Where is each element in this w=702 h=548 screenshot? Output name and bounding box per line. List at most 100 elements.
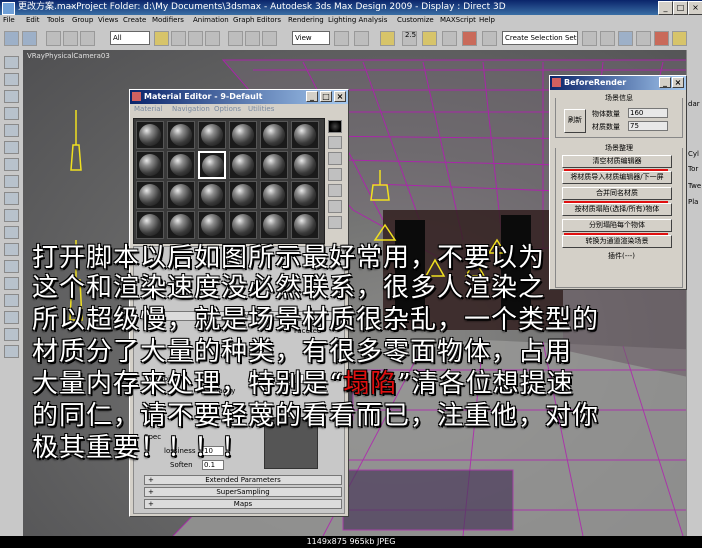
close-button[interactable]: ×	[672, 77, 684, 88]
left-tool-icon[interactable]	[4, 345, 19, 358]
sample-slot[interactable]	[167, 211, 195, 239]
menu-file[interactable]: File	[3, 16, 15, 24]
material-editor-icon[interactable]	[618, 31, 633, 46]
minimize-button[interactable]: _	[658, 1, 673, 15]
close-button[interactable]: ×	[688, 1, 702, 15]
left-tool-icon[interactable]	[4, 107, 19, 120]
left-tool-icon[interactable]	[4, 226, 19, 239]
select-link-icon[interactable]	[46, 31, 61, 46]
sample-slot[interactable]	[229, 181, 257, 209]
undo-icon[interactable]	[4, 31, 19, 46]
sample-slot[interactable]	[229, 151, 257, 179]
left-tool-icon[interactable]	[4, 328, 19, 341]
sample-slot[interactable]	[291, 211, 319, 239]
percent-snap-icon[interactable]	[422, 31, 437, 46]
menu-help[interactable]: Help	[479, 16, 495, 24]
sample-slot[interactable]	[167, 181, 195, 209]
close-button[interactable]: ×	[334, 91, 346, 102]
collapse-each-object-button[interactable]: 分别塌陷每个物体	[562, 219, 672, 232]
menu-animation[interactable]: Animation	[193, 16, 229, 24]
sample-slot[interactable]	[136, 181, 164, 209]
sample-slot[interactable]	[167, 121, 195, 149]
clear-material-editor-button[interactable]: 清空材质编辑器	[562, 155, 672, 168]
bind-spacewarp-icon[interactable]	[80, 31, 95, 46]
minimize-button[interactable]: _	[306, 91, 318, 102]
sample-slot[interactable]	[167, 151, 195, 179]
sample-slot[interactable]	[136, 151, 164, 179]
refresh-button[interactable]: 刷新	[564, 109, 586, 133]
cmd-label[interactable]: dar	[688, 100, 700, 108]
sample-slot[interactable]	[260, 151, 288, 179]
before-render-titlebar[interactable]: BeforeRender _ ×	[550, 76, 686, 90]
sample-slot[interactable]	[198, 211, 226, 239]
options-icon[interactable]	[328, 216, 342, 229]
mirror-icon[interactable]	[482, 31, 497, 46]
maps-rollout[interactable]: + Maps	[144, 499, 342, 509]
viewport-label[interactable]: VRayPhysicalCamera03	[27, 52, 110, 60]
snap-toggle-icon[interactable]	[380, 31, 395, 46]
make-preview-icon[interactable]	[328, 200, 342, 213]
left-tool-icon[interactable]	[4, 192, 19, 205]
window-crossing-icon[interactable]	[205, 31, 220, 46]
left-tool-icon[interactable]	[4, 73, 19, 86]
menu-customize[interactable]: Customize	[397, 16, 434, 24]
spinner-snap-icon[interactable]	[442, 31, 457, 46]
cmd-label[interactable]: Tor	[688, 165, 698, 173]
convert-channel-render-button[interactable]: 转换为通道渲染场景	[562, 235, 672, 248]
import-materials-button[interactable]: 将材质导入材质编辑器/下一屏	[562, 171, 672, 184]
menu-lighting-analysis[interactable]: Lighting Analysis	[328, 16, 387, 24]
menu-rendering[interactable]: Rendering	[288, 16, 324, 24]
sample-slot[interactable]	[136, 121, 164, 149]
sample-uv-icon[interactable]	[328, 168, 342, 181]
menu-tools[interactable]: Tools	[47, 16, 64, 24]
backlight-icon[interactable]	[328, 136, 342, 149]
left-tool-icon[interactable]	[4, 56, 19, 69]
sample-slot[interactable]	[198, 121, 226, 149]
material-editor-titlebar[interactable]: Material Editor - 9-Default _ □ ×	[130, 90, 348, 104]
supersampling-rollout[interactable]: + SuperSampling	[144, 487, 342, 497]
menu-options[interactable]: Options	[214, 105, 241, 113]
curve-editor-icon[interactable]	[582, 31, 597, 46]
redo-icon[interactable]	[22, 31, 37, 46]
sample-slot[interactable]	[291, 181, 319, 209]
left-tool-icon[interactable]	[4, 175, 19, 188]
angle-snap-icon[interactable]: 2.5	[402, 31, 417, 46]
menu-modifiers[interactable]: Modifiers	[152, 16, 184, 24]
left-tool-icon[interactable]	[4, 209, 19, 222]
menu-navigation[interactable]: Navigation	[172, 105, 210, 113]
sample-slot-selected[interactable]	[198, 151, 226, 179]
render-setup-icon[interactable]	[636, 31, 651, 46]
left-tool-icon[interactable]	[4, 260, 19, 273]
sample-slot[interactable]	[136, 211, 164, 239]
sample-type-icon[interactable]	[328, 120, 342, 133]
extended-parameters-rollout[interactable]: + Extended Parameters	[144, 475, 342, 485]
schematic-view-icon[interactable]	[600, 31, 615, 46]
rect-select-icon[interactable]	[188, 31, 203, 46]
select-object-icon[interactable]	[154, 31, 169, 46]
left-tool-icon[interactable]	[4, 243, 19, 256]
left-tool-icon[interactable]	[4, 90, 19, 103]
cmd-label[interactable]: Cyl	[688, 150, 699, 158]
scale-icon[interactable]	[262, 31, 277, 46]
menu-graph-editors[interactable]: Graph Editors	[233, 16, 281, 24]
collapse-by-material-button[interactable]: 按材质塌陷(选择/所有)物体	[562, 203, 672, 216]
cmd-label[interactable]: Pla	[688, 198, 698, 206]
video-color-icon[interactable]	[328, 184, 342, 197]
quick-render-icon[interactable]	[672, 31, 687, 46]
left-tool-icon[interactable]	[4, 277, 19, 290]
menu-edit[interactable]: Edit	[26, 16, 40, 24]
merge-same-name-materials-button[interactable]: 合并同名材质	[562, 187, 672, 200]
menu-views[interactable]: Views	[98, 16, 118, 24]
minimize-button[interactable]: _	[659, 77, 671, 88]
sample-slot[interactable]	[229, 211, 257, 239]
rotate-icon[interactable]	[245, 31, 260, 46]
named-selection-set-dropdown[interactable]: Create Selection Set	[502, 31, 578, 45]
menu-material[interactable]: Material	[134, 105, 162, 113]
sample-slot[interactable]	[291, 121, 319, 149]
left-tool-icon[interactable]	[4, 294, 19, 307]
move-icon[interactable]	[228, 31, 243, 46]
select-by-name-icon[interactable]	[171, 31, 186, 46]
render-frame-icon[interactable]	[654, 31, 669, 46]
sample-slot[interactable]	[260, 181, 288, 209]
left-tool-icon[interactable]	[4, 311, 19, 324]
